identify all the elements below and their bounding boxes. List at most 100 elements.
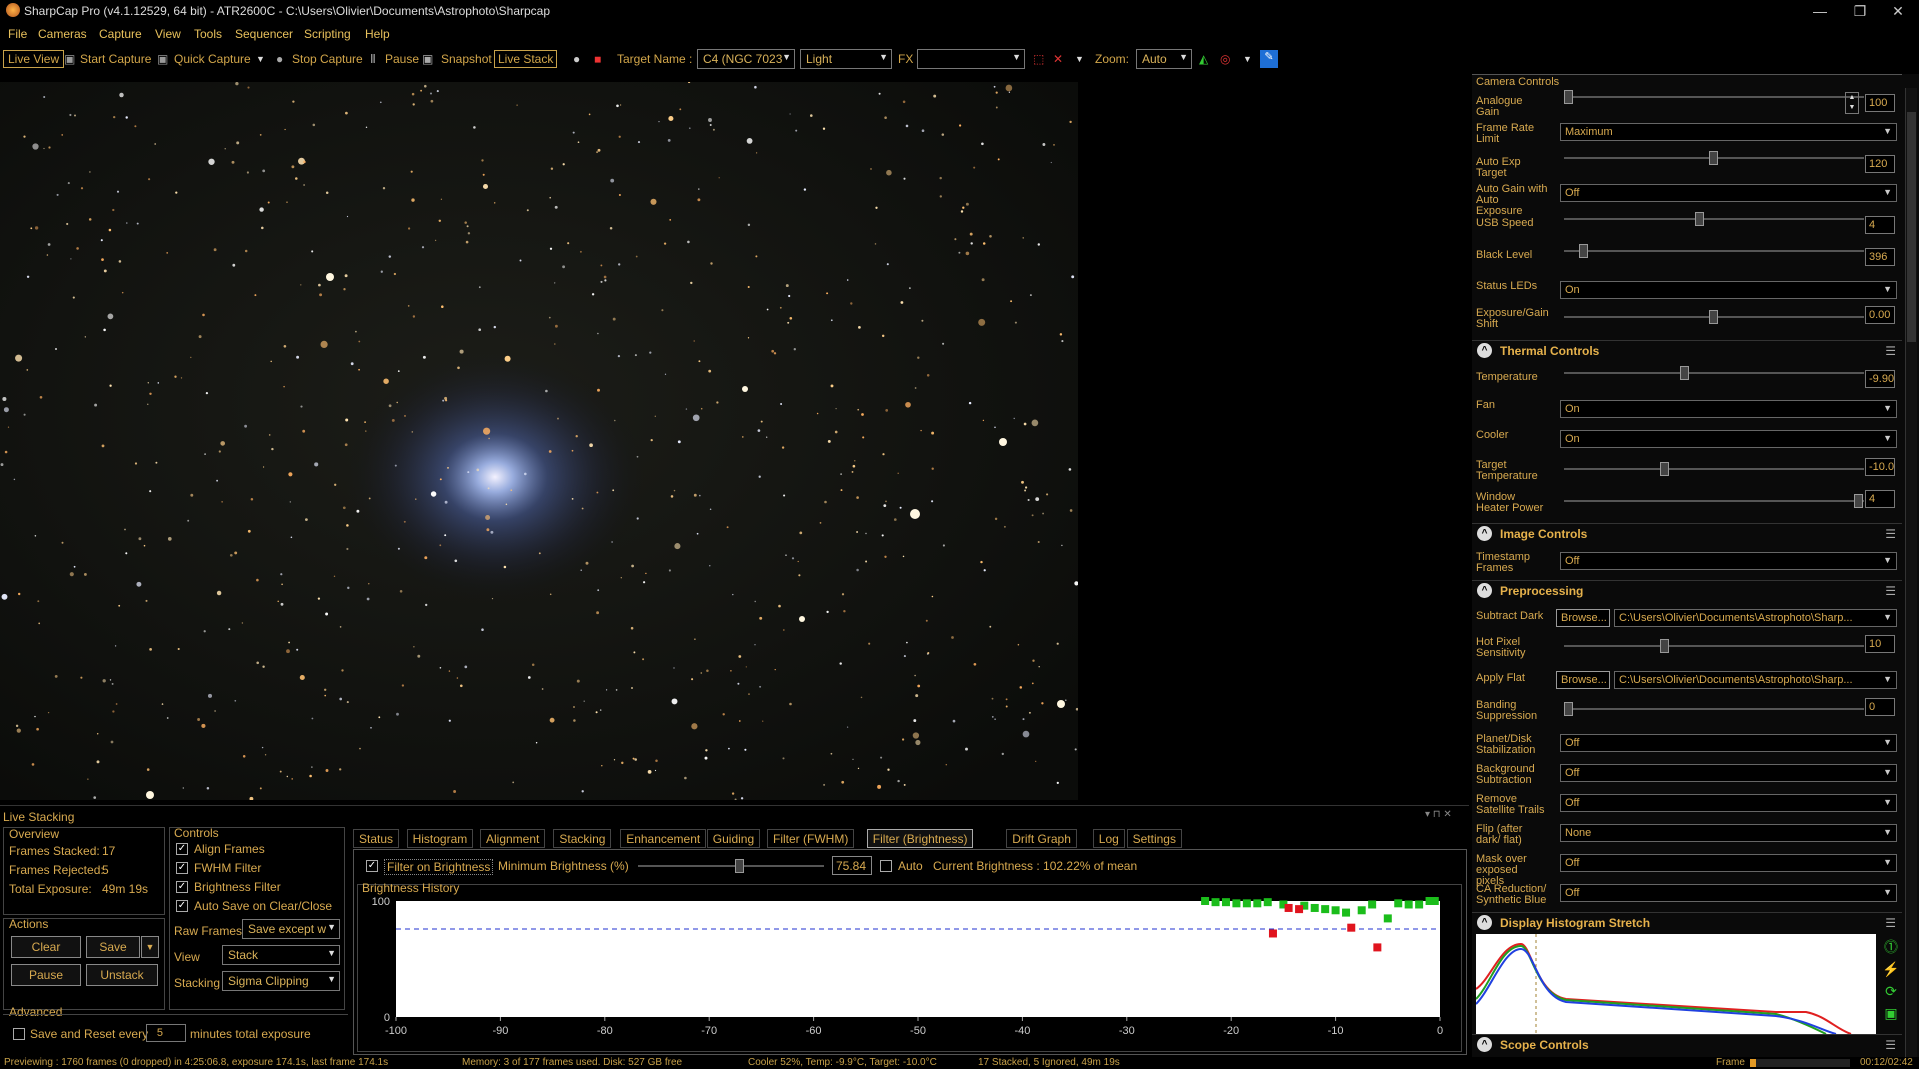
status-leds-select[interactable]: On ▼ [1560,281,1897,299]
frame-rate-limit-select[interactable]: Maximum ▼ [1560,123,1897,141]
selection-icon[interactable]: ⬚ [1033,52,1044,66]
banding-value[interactable]: 0 [1865,698,1895,716]
timestamp-frames-select[interactable]: Off ▼ [1560,552,1897,570]
frame-type-select[interactable]: Light ▼ [800,49,892,69]
live-view-button[interactable]: Live View [3,50,65,68]
slider-thumb[interactable] [1680,366,1689,380]
menu-tools[interactable]: Tools [194,27,222,41]
subtract-dark-path-select[interactable]: C:\Users\Olivier\Documents\Astrophoto\Sh… [1614,609,1897,627]
panel-menu-icon[interactable]: ▾ ⊓ ✕ [1425,809,1452,820]
tab-status[interactable]: Status [353,829,400,848]
moon-icon[interactable]: ● [573,52,580,66]
tab-enhancement[interactable]: Enhancement [620,829,707,848]
cooler-select[interactable]: On ▼ [1560,430,1897,448]
collapse-icon[interactable]: ^ [1477,526,1492,541]
tab-filter-brightness[interactable]: Filter (Brightness) [866,829,974,848]
exposure-gain-shift-value[interactable]: 0.00 [1865,306,1895,324]
usb-speed-slider[interactable] [1564,212,1864,226]
planet-disk-select[interactable]: Off ▼ [1560,734,1897,752]
zoom-select[interactable]: Auto ▼ [1136,49,1192,69]
save-reset-checkbox[interactable] [13,1028,25,1040]
clear-button[interactable]: Clear [11,936,81,958]
pause-stack-button[interactable]: Pause [11,964,81,986]
slider-thumb[interactable] [1709,310,1718,324]
thermal-controls-header[interactable]: ^ Thermal Controls ☰ [1472,340,1902,360]
menu-icon[interactable]: ☰ [1885,527,1896,541]
menu-view[interactable]: View [155,27,181,41]
slider-thumb[interactable] [1564,702,1573,716]
min-brightness-slider[interactable] [638,859,824,873]
view-select[interactable]: Stack ▼ [222,945,340,965]
scrollbar[interactable] [1905,88,1917,1058]
tab-filter-fwhm[interactable]: Filter (FWHM) [767,829,855,848]
mask-over-select[interactable]: Off ▼ [1560,854,1897,872]
slider-thumb[interactable] [1579,244,1588,258]
close-button[interactable]: ✕ [1878,0,1918,22]
tab-alignment[interactable]: Alignment [480,829,546,848]
menu-icon[interactable]: ☰ [1885,584,1896,598]
live-stack-button[interactable]: Live Stack [494,50,558,68]
analogue-gain-value[interactable]: 100 [1865,94,1895,112]
histogram-tool-icons[interactable]: ⓵ ⚡ ⟳ ▣ [1882,936,1900,1026]
tab-log[interactable]: Log [1092,829,1125,848]
slider-thumb[interactable] [1709,151,1718,165]
background-sub-select[interactable]: Off ▼ [1560,764,1897,782]
record-icon[interactable]: ◼ [594,54,601,65]
preprocessing-header[interactable]: ^ Preprocessing ☰ [1472,580,1902,600]
target-temperature-value[interactable]: -10.0 [1865,458,1895,476]
collapse-icon[interactable]: ^ [1477,583,1492,598]
flip-select[interactable]: None ▼ [1560,824,1897,842]
minimize-button[interactable]: — [1800,0,1840,22]
temperature-slider[interactable] [1564,366,1864,380]
brightness-filter-checkbox[interactable]: ✓ [176,881,188,893]
histogram-stretch-chart[interactable] [1476,934,1876,1034]
stop-capture-button[interactable]: Stop Capture [292,52,363,66]
menu-capture[interactable]: Capture [99,27,142,41]
window-heater-slider[interactable] [1564,494,1864,508]
remove-satellite-select[interactable]: Off ▼ [1560,794,1897,812]
menu-help[interactable]: Help [365,27,390,41]
slider-thumb[interactable] [1660,462,1669,476]
target-temperature-slider[interactable] [1564,462,1864,476]
tab-settings[interactable]: Settings [1126,829,1182,848]
menu-icon[interactable]: ☰ [1885,916,1896,930]
start-capture-button[interactable]: Start Capture [80,52,151,66]
black-level-value[interactable]: 396 [1865,248,1895,266]
min-brightness-input[interactable]: 75.84 [832,856,872,875]
auto-gain-select[interactable]: Off ▼ [1560,184,1897,202]
collapse-icon[interactable]: ^ [1477,343,1492,358]
chevron-down-icon[interactable]: ▼ [1075,54,1084,64]
analogue-gain-slider[interactable] [1564,90,1864,104]
live-image-view[interactable] [0,82,1078,800]
snapshot-button[interactable]: Snapshot [441,52,492,66]
unstack-button[interactable]: Unstack [86,964,158,986]
collapse-icon[interactable]: ^ [1477,915,1492,930]
slider-thumb[interactable] [1660,639,1669,653]
fx-select[interactable]: ▼ [917,49,1025,69]
black-level-slider[interactable] [1564,244,1864,258]
apply-flat-path-select[interactable]: C:\Users\Olivier\Documents\Astrophoto\Sh… [1614,671,1897,689]
menu-scripting[interactable]: Scripting [304,27,351,41]
exposure-gain-shift-slider[interactable] [1564,310,1864,324]
target-name-select[interactable]: C4 (NGC 7023 ▼ [697,49,795,69]
collapse-icon[interactable]: ^ [1477,1037,1492,1052]
tab-guiding[interactable]: Guiding [706,829,761,848]
menu-file[interactable]: File [8,27,27,41]
ca-reduction-select[interactable]: Off ▼ [1560,884,1897,902]
histogram-icon[interactable]: ◭ [1199,52,1208,66]
menu-cameras[interactable]: Cameras [38,27,87,41]
tab-drift-graph[interactable]: Drift Graph [1006,829,1077,848]
save-button[interactable]: Save [86,936,140,958]
slider-thumb[interactable] [1695,212,1704,226]
gain-stepper[interactable]: ▲ ▼ [1845,92,1859,114]
crosshair-icon[interactable]: ✕ [1053,52,1063,66]
annotate-icon[interactable]: ✎ [1260,50,1278,68]
scrollbar-thumb[interactable] [1907,112,1916,342]
menu-icon[interactable]: ☰ [1885,1038,1896,1052]
subtract-dark-browse-button[interactable]: Browse... [1556,609,1610,627]
slider-thumb[interactable] [1564,90,1573,104]
temperature-value[interactable]: -9.90 [1865,370,1895,388]
quick-capture-button[interactable]: Quick Capture [174,52,251,66]
tab-histogram[interactable]: Histogram [406,829,474,848]
auto-save-checkbox[interactable]: ✓ [176,900,188,912]
